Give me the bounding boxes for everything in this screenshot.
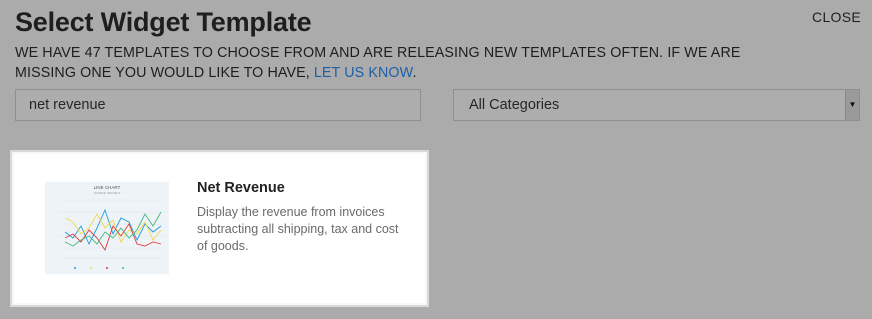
- template-card-title: Net Revenue: [197, 180, 285, 196]
- template-card-body: LINE CHART SOURCE: PROJECT Net Revenue D…: [14, 154, 425, 303]
- modal-title: Select Widget Template: [15, 7, 312, 37]
- template-card-description: Display the revenue from invoices subtra…: [197, 205, 399, 253]
- intro-text: WE HAVE 47 TEMPLATES TO CHOOSE FROM AND …: [15, 43, 795, 83]
- line-chart-thumbnail: LINE CHART SOURCE: PROJECT: [45, 182, 169, 274]
- category-select-value: All Categories: [469, 97, 560, 113]
- thumbnail-svg: LINE CHART SOURCE: PROJECT: [59, 185, 165, 269]
- search-input[interactable]: [15, 89, 421, 121]
- thumb-chart-title: LINE CHART: [94, 185, 121, 190]
- let-us-know-link[interactable]: LET US KNOW: [314, 65, 413, 81]
- chevron-down-icon[interactable]: ▼: [845, 90, 859, 120]
- category-select[interactable]: All Categories ▼: [453, 89, 860, 121]
- thumb-chart-subtitle: SOURCE: PROJECT: [94, 191, 121, 195]
- template-card-net-revenue[interactable]: LINE CHART SOURCE: PROJECT Net Revenue D…: [10, 150, 429, 307]
- intro-text-end: .: [412, 65, 417, 81]
- close-button[interactable]: CLOSE: [812, 9, 861, 25]
- thumb-legend: [74, 267, 124, 269]
